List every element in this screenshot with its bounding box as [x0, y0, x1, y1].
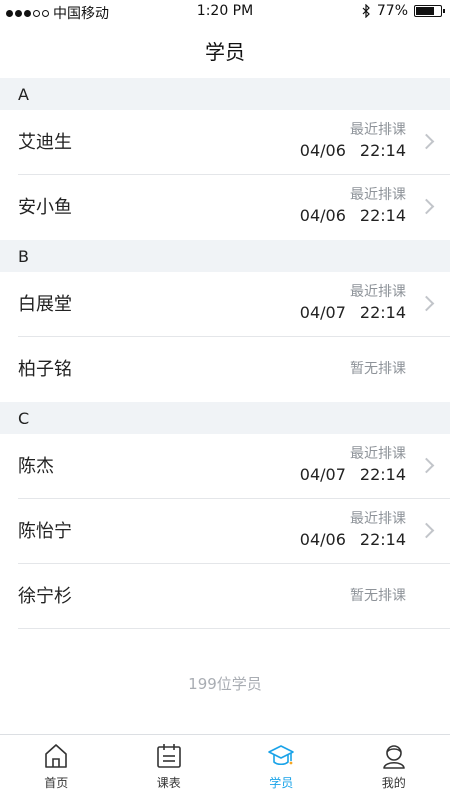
student-row[interactable]: 艾迪生 最近排课 04/06 22:14 — [0, 110, 450, 175]
student-name: 徐宁杉 — [18, 586, 72, 607]
recent-schedule-label: 最近排课 — [350, 511, 406, 527]
student-row[interactable]: 陈怡宁 最近排课 04/06 22:14 — [0, 499, 450, 564]
recent-schedule: 最近排课 04/06 22:14 — [300, 185, 406, 227]
schedule-date: 04/07 — [299, 465, 346, 484]
schedule-date: 04/07 — [299, 303, 346, 322]
recent-schedule-datetime: 04/07 22:14 — [300, 302, 406, 324]
no-schedule-text: 暂无排课 — [350, 361, 406, 377]
student-name: 陈杰 — [18, 456, 54, 477]
student-row[interactable]: 安小鱼 最近排课 04/06 22:14 — [0, 175, 450, 240]
recent-schedule-label: 最近排课 — [350, 187, 406, 203]
schedule-time: 22:14 — [359, 530, 406, 549]
section-header: A — [0, 78, 450, 110]
tab-schedule-label: 课表 — [156, 776, 181, 790]
chevron-right-icon — [418, 198, 435, 215]
recent-schedule-datetime: 04/06 22:14 — [300, 205, 406, 227]
recent-schedule-datetime: 04/06 22:14 — [300, 529, 406, 551]
schedule-date: 04/06 — [299, 141, 346, 160]
student-row[interactable]: 徐宁杉 暂无排课 — [0, 564, 450, 629]
student-list: A 艾迪生 最近排课 04/06 22:14 安小鱼 最近排课 04/06 22:14… — [0, 78, 450, 629]
chevron-right-icon — [418, 457, 435, 474]
battery-percent: 77% — [376, 3, 408, 19]
page-title: 学员 — [205, 40, 245, 64]
no-schedule-text: 暂无排课 — [350, 588, 406, 604]
calendar-icon — [156, 744, 181, 768]
status-bar: 中国移动 1:20 PM 77% — [0, 0, 450, 24]
recent-schedule-label: 最近排课 — [350, 122, 406, 138]
tab-home-label: 首页 — [44, 776, 69, 790]
student-name: 陈怡宁 — [18, 521, 72, 542]
student-name: 柏子铭 — [18, 359, 72, 380]
recent-schedule: 最近排课 04/06 22:14 — [300, 509, 406, 551]
schedule-time: 22:14 — [359, 141, 406, 160]
section-header: B — [0, 240, 450, 272]
recent-schedule-label: 最近排课 — [350, 446, 406, 462]
recent-schedule: 最近排课 04/06 22:14 — [300, 120, 406, 162]
tab-me[interactable]: 我的 — [338, 735, 450, 799]
schedule-date: 04/06 — [299, 530, 346, 549]
tab-students-label: 学员 — [269, 776, 294, 790]
recent-schedule-datetime: 04/06 22:14 — [300, 140, 406, 162]
student-count: 199位学员 — [188, 675, 262, 693]
recent-schedule: 最近排课 04/07 22:14 — [300, 444, 406, 486]
student-name: 安小鱼 — [18, 197, 72, 218]
section-header: C — [0, 402, 450, 434]
tab-home[interactable]: 首页 — [0, 735, 113, 799]
recent-schedule: 最近排课 04/07 22:14 — [300, 282, 406, 324]
recent-schedule-datetime: 04/07 22:14 — [300, 464, 406, 486]
chevron-right-icon — [418, 133, 435, 150]
schedule-time: 22:14 — [359, 465, 406, 484]
schedule-date: 04/06 — [299, 206, 346, 225]
recent-schedule-label: 最近排课 — [350, 284, 406, 300]
battery-icon — [414, 5, 445, 17]
chevron-right-icon — [418, 522, 435, 539]
tab-bar: 首页 课表 学员 我的 — [0, 734, 450, 799]
tab-students[interactable]: 学员 — [225, 735, 338, 799]
home-icon — [45, 744, 68, 768]
student-name: 白展堂 — [18, 294, 72, 315]
tab-schedule[interactable]: 课表 — [113, 735, 226, 799]
student-row[interactable]: 柏子铭 暂无排课 — [0, 337, 450, 402]
chevron-right-icon — [418, 295, 435, 312]
student-row[interactable]: 陈杰 最近排课 04/07 22:14 — [0, 434, 450, 499]
person-icon — [382, 745, 405, 769]
graduation-cap-icon — [268, 745, 295, 766]
status-right: 77% — [362, 3, 445, 19]
student-row[interactable]: 白展堂 最近排课 04/07 22:14 — [0, 272, 450, 337]
schedule-time: 22:14 — [359, 303, 406, 322]
schedule-time: 22:14 — [359, 206, 406, 225]
student-name: 艾迪生 — [18, 132, 72, 153]
tab-me-label: 我的 — [381, 776, 406, 790]
bluetooth-icon — [362, 4, 370, 18]
